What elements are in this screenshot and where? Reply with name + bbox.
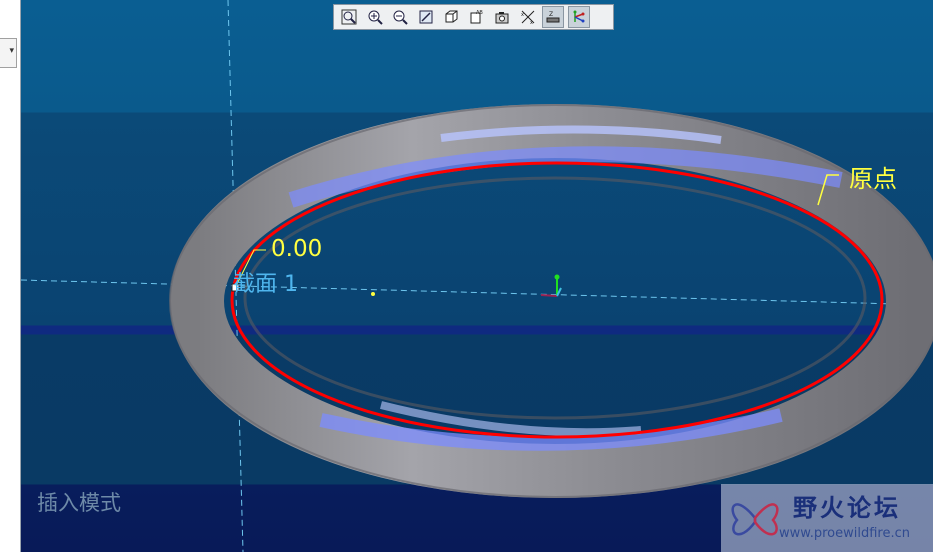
mode-status-label: 插入模式 <box>37 491 121 515</box>
svg-text:x: x <box>521 12 524 18</box>
svg-text:Z: Z <box>549 11 553 18</box>
graphics-viewport[interactable]: AB xx Z 0.00 截面 1 原点 插入模式 野火论坛 www.proew… <box>21 0 933 552</box>
csys-x-axis <box>540 294 558 297</box>
datum-display-button[interactable]: xx <box>517 6 539 28</box>
datum-display-icon: xx <box>521 10 534 25</box>
view-toolbar: AB xx Z <box>333 4 614 30</box>
forum-watermark: 野火论坛 www.proewildfire.cn <box>721 484 933 552</box>
repaint-icon <box>419 10 432 24</box>
origin-label: 原点 <box>849 165 897 193</box>
datum-points-icon: Z <box>546 11 560 23</box>
repaint-button[interactable] <box>415 6 437 28</box>
ring-sweep-scene <box>21 0 933 552</box>
section-label: 截面 1 <box>233 272 298 297</box>
zoom-in-icon <box>368 10 383 25</box>
model-tree-dropdown[interactable]: ▾ <box>0 38 17 68</box>
csys-display-icon <box>573 10 584 23</box>
display-style-icon <box>445 10 458 23</box>
svg-text:x: x <box>530 20 533 25</box>
svg-text:AB: AB <box>476 10 483 16</box>
datum-axis-horizontal <box>21 279 933 306</box>
saved-views-button[interactable]: AB <box>466 6 488 28</box>
csys-display-button[interactable] <box>567 6 590 28</box>
zoom-in-button[interactable] <box>364 6 386 28</box>
zoom-window-icon <box>341 9 357 25</box>
datum-point <box>371 292 375 296</box>
ring-specular-bottom <box>380 401 642 437</box>
ring-body <box>170 104 933 498</box>
sweep-trajectory <box>230 161 884 439</box>
dimension-value[interactable]: 0.00 <box>271 236 322 262</box>
ring-inner-edge <box>243 176 867 420</box>
named-view-icon <box>495 12 509 24</box>
watermark-url: www.proewildfire.cn <box>779 526 910 541</box>
chevron-down-icon: ▾ <box>9 46 14 56</box>
butterfly-logo-icon <box>731 503 779 536</box>
zoom-window-button[interactable] <box>338 6 360 28</box>
left-panel: ▾ <box>0 0 21 552</box>
watermark-title: 野火论坛 <box>793 494 901 522</box>
zoom-out-button[interactable] <box>389 6 411 28</box>
display-style-button[interactable] <box>440 6 462 28</box>
datum-points-button[interactable]: Z <box>542 6 564 28</box>
zoom-out-icon <box>393 10 408 25</box>
saved-views-icon: AB <box>470 10 483 24</box>
named-view-button[interactable] <box>491 6 513 28</box>
